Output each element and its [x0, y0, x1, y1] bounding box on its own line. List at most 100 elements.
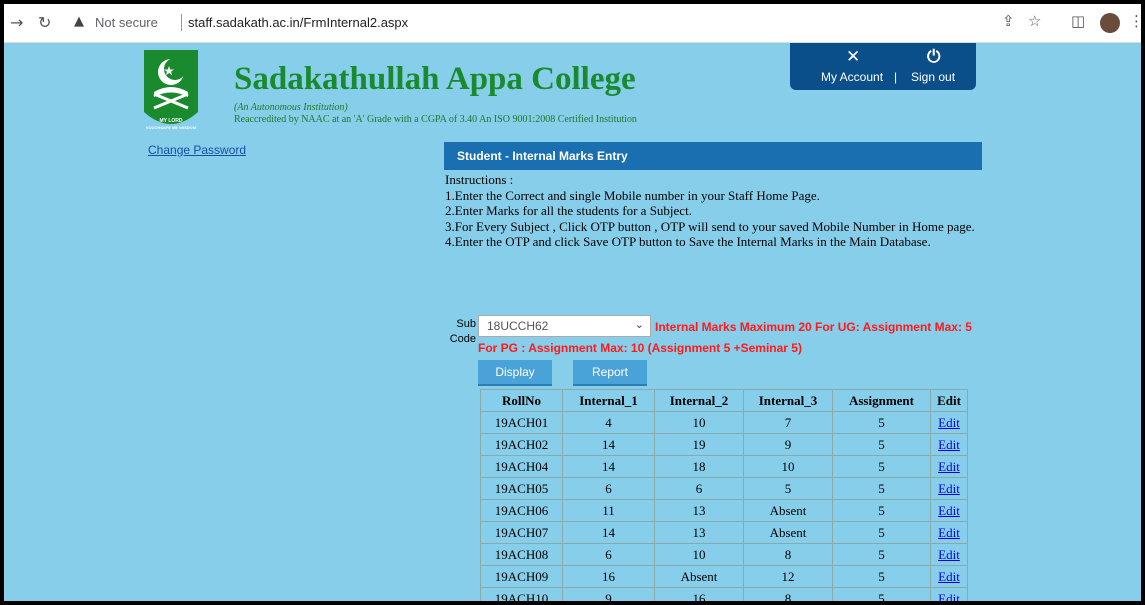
- profile-avatar[interactable]: [1100, 13, 1120, 33]
- edit-link[interactable]: Edit: [938, 547, 960, 562]
- address-bar[interactable]: ▲ Not secure staff.sadakath.ac.in/FrmInt…: [62, 8, 962, 37]
- internal-1-cell: 11: [562, 499, 655, 522]
- header-internal-1: Internal_1: [562, 389, 655, 412]
- rollno-cell: 19ACH07: [480, 521, 563, 544]
- internal-2-cell: 13: [654, 499, 744, 522]
- internal-1-cell: 6: [562, 543, 655, 566]
- rollno-cell: 19ACH05: [480, 477, 563, 500]
- internal-3-cell: 7: [743, 411, 833, 434]
- account-separator: |: [894, 70, 898, 84]
- edit-cell: Edit: [930, 411, 968, 434]
- internal-2-cell: Absent: [654, 565, 744, 588]
- warning-icon[interactable]: ▲: [74, 14, 84, 29]
- internal-3-cell: 5: [743, 477, 833, 500]
- url-text[interactable]: staff.sadakath.ac.in/FrmInternal2.aspx: [188, 15, 408, 30]
- assignment-cell: 5: [832, 565, 931, 588]
- change-password-link[interactable]: Change Password: [148, 143, 246, 157]
- internal-3-cell: 12: [743, 565, 833, 588]
- page-content: MY LORD VOUCHSAFE ME WISDOM Sadakathulla…: [4, 43, 1141, 601]
- header-edit: Edit: [930, 389, 968, 412]
- internal-2-cell: 10: [654, 411, 744, 434]
- internal-1-cell: 16: [562, 565, 655, 588]
- tools-icon[interactable]: ✕: [846, 47, 860, 67]
- edit-cell: Edit: [930, 587, 968, 602]
- table-row: 19ACH10 9 16 8 5 Edit: [480, 587, 968, 602]
- not-secure-label[interactable]: Not secure: [95, 15, 158, 30]
- internal-2-cell: 19: [654, 433, 744, 456]
- sub-code-select[interactable]: 18UCCH62 ⌄: [478, 315, 651, 337]
- rollno-cell: 19ACH08: [480, 543, 563, 566]
- edit-cell: Edit: [930, 565, 968, 588]
- marks-table: RollNo Internal_1 Internal_2 Internal_3 …: [480, 389, 968, 601]
- edit-cell: Edit: [930, 433, 968, 456]
- edit-link[interactable]: Edit: [938, 591, 960, 602]
- logo-text-2: VOUCHSAFE ME WISDOM: [146, 125, 197, 130]
- autonomous-subtitle: (An Autonomous Institution): [234, 102, 348, 113]
- internal-2-cell: 18: [654, 455, 744, 478]
- power-icon[interactable]: ⏻: [927, 47, 940, 67]
- browser-toolbar: → ↻ ▲ Not secure staff.sadakath.ac.in/Fr…: [4, 4, 1141, 43]
- edit-cell: Edit: [930, 477, 968, 500]
- internal-3-cell: 8: [743, 543, 833, 566]
- account-box: ✕ ⏻ My Account | Sign out: [790, 43, 976, 90]
- share-icon[interactable]: ⇪: [1002, 12, 1015, 30]
- assignment-cell: 5: [832, 543, 931, 566]
- header-internal-3: Internal_3: [743, 389, 833, 412]
- edit-link[interactable]: Edit: [938, 525, 960, 540]
- internal-2-cell: 10: [654, 543, 744, 566]
- table-row: 19ACH08 6 10 8 5 Edit: [480, 543, 968, 566]
- edit-cell: Edit: [930, 521, 968, 544]
- panel-title: Student - Internal Marks Entry: [444, 142, 982, 170]
- table-row: 19ACH09 16 Absent 12 5 Edit: [480, 565, 968, 588]
- table-header-row: RollNo Internal_1 Internal_2 Internal_3 …: [480, 389, 968, 412]
- instructions-heading: Instructions :: [445, 172, 514, 187]
- internal-2-cell: 16: [654, 587, 744, 601]
- selected-sub-code: 18UCCH62: [487, 319, 549, 333]
- internal-1-cell: 9: [562, 587, 655, 601]
- internal-2-cell: 13: [654, 521, 744, 544]
- edit-link[interactable]: Edit: [938, 503, 960, 518]
- accreditation-text: Reaccredited by NAAC at an 'A' Grade wit…: [234, 114, 637, 125]
- internal-2-cell: 6: [654, 477, 744, 500]
- rollno-cell: 19ACH01: [480, 411, 563, 434]
- instructions: Instructions : 1.Enter the Correct and s…: [445, 172, 985, 250]
- rollno-cell: 19ACH09: [480, 565, 563, 588]
- internal-1-cell: 14: [562, 521, 655, 544]
- side-panel-icon[interactable]: ◫: [1071, 12, 1085, 30]
- assignment-cell: 5: [832, 499, 931, 522]
- rollno-cell: 19ACH04: [480, 455, 563, 478]
- logo-text-1: MY LORD: [160, 118, 183, 124]
- edit-link[interactable]: Edit: [938, 437, 960, 452]
- college-name: Sadakathullah Appa College: [234, 61, 636, 97]
- internal-1-cell: 14: [562, 455, 655, 478]
- instruction-3: 3.For Every Subject , Click OTP button ,…: [445, 218, 975, 234]
- table-row: 19ACH01 4 10 7 5 Edit: [480, 411, 968, 434]
- edit-link[interactable]: Edit: [938, 481, 960, 496]
- report-button[interactable]: Report: [573, 360, 647, 386]
- display-button[interactable]: Display: [478, 360, 552, 386]
- internal-3-cell: 9: [743, 433, 833, 456]
- my-account-link[interactable]: My Account: [821, 70, 883, 84]
- forward-arrow-icon[interactable]: →: [10, 13, 23, 32]
- internal-1-cell: 14: [562, 433, 655, 456]
- assignment-cell: 5: [832, 455, 931, 478]
- instruction-4: 4.Enter the OTP and click Save OTP butto…: [445, 234, 931, 249]
- menu-dots-icon[interactable]: ⋮: [1129, 12, 1141, 30]
- internal-1-cell: 4: [562, 411, 655, 434]
- edit-cell: Edit: [930, 499, 968, 522]
- pg-marks-note: For PG : Assignment Max: 10 (Assignment …: [478, 341, 802, 355]
- sign-out-link[interactable]: Sign out: [911, 70, 955, 84]
- edit-link[interactable]: Edit: [938, 415, 960, 430]
- edit-link[interactable]: Edit: [938, 569, 960, 584]
- internal-3-cell: 8: [743, 587, 833, 601]
- reload-icon[interactable]: ↻: [38, 13, 51, 32]
- assignment-cell: 5: [832, 411, 931, 434]
- rollno-cell: 19ACH06: [480, 499, 563, 522]
- header-internal-2: Internal_2: [654, 389, 744, 412]
- browser-window: → ↻ ▲ Not secure staff.sadakath.ac.in/Fr…: [4, 4, 1141, 601]
- edit-cell: Edit: [930, 543, 968, 566]
- bookmark-star-icon[interactable]: ☆: [1028, 12, 1041, 30]
- address-separator: [181, 14, 182, 31]
- edit-link[interactable]: Edit: [938, 459, 960, 474]
- rollno-cell: 19ACH02: [480, 433, 563, 456]
